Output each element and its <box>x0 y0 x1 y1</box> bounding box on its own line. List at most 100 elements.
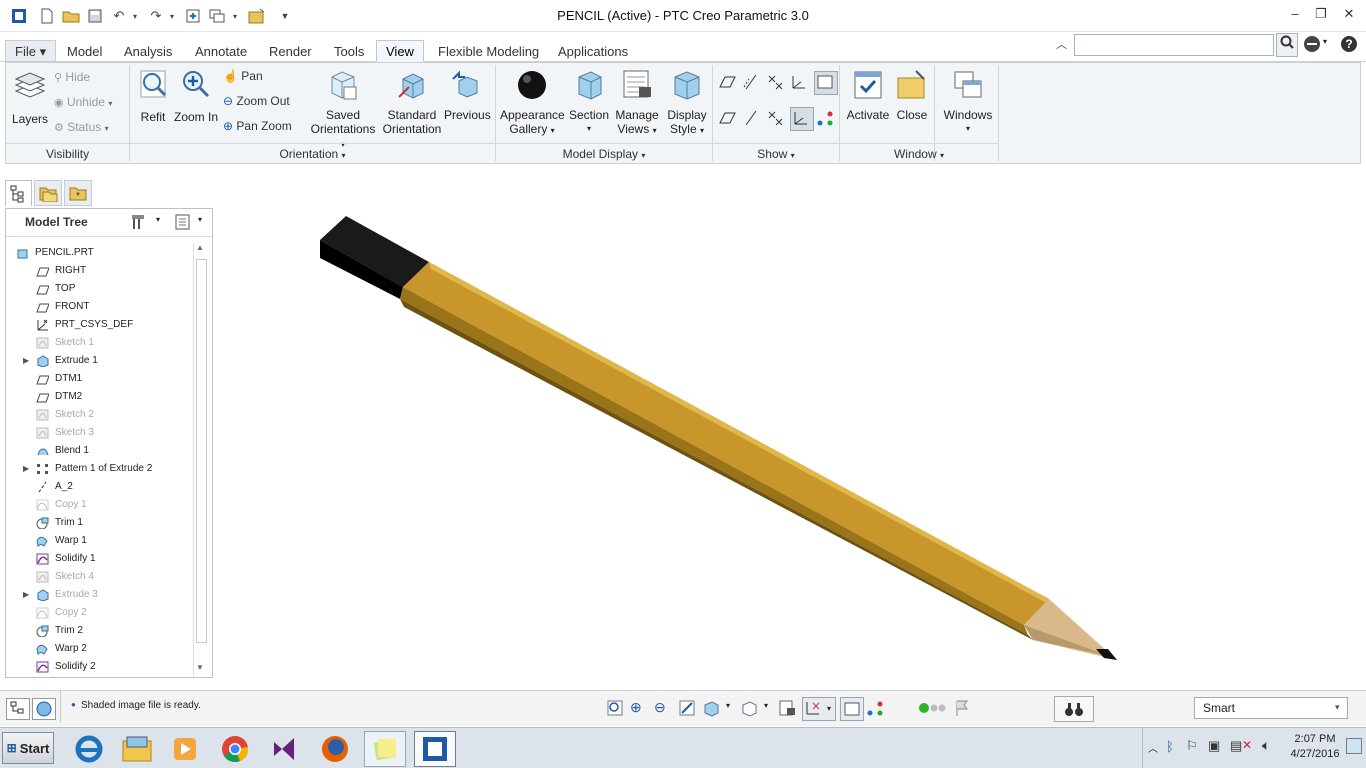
show-hidden-icons[interactable]: ︿ <box>1148 740 1158 755</box>
plane-display-toggle[interactable] <box>718 73 740 95</box>
zoom-out-button[interactable]: ⊖ Zoom Out <box>223 92 290 110</box>
tab-render[interactable]: Render <box>259 40 322 62</box>
collapse-ribbon-icon[interactable]: ︿ <box>1056 36 1067 52</box>
point-tag-toggle[interactable] <box>766 109 788 131</box>
panel-tab-folder-browser[interactable] <box>34 180 62 206</box>
saved-orientations-graphics-icon[interactable] <box>702 699 722 719</box>
scroll-down-icon[interactable]: ▼ <box>196 663 204 672</box>
zoom-out-graphics-icon[interactable]: ⊖ <box>654 699 674 719</box>
tab-applications[interactable]: Applications <box>548 40 638 62</box>
spin-center-toggle[interactable] <box>816 109 838 131</box>
selection-filter-select[interactable]: Smart ▾ <box>1194 697 1348 719</box>
bluetooth-icon[interactable]: ᛒ <box>1166 739 1174 754</box>
annotation-display-graphics[interactable] <box>840 697 864 721</box>
ptc-community-icon[interactable] <box>1303 35 1321 56</box>
appearance-gallery-button[interactable]: Appearance Gallery ▾ <box>500 69 565 138</box>
tab-file[interactable]: File ▾ <box>5 40 57 62</box>
refit-graphics-icon[interactable] <box>606 699 626 719</box>
chrome-icon[interactable] <box>214 731 256 767</box>
refit-button[interactable]: Refit <box>134 69 172 124</box>
tree-settings-dropdown-icon[interactable]: ▾ <box>156 215 160 224</box>
tab-tools[interactable]: Tools <box>324 40 374 62</box>
layers-button[interactable]: Layers <box>8 69 52 129</box>
tab-view[interactable]: View <box>376 40 424 62</box>
tab-model[interactable]: Model <box>57 40 112 62</box>
navigator-toggle[interactable] <box>6 698 30 720</box>
point-display-toggle[interactable] <box>766 73 788 95</box>
graphics-window[interactable] <box>214 166 1366 689</box>
minimize-button[interactable]: ‒ <box>1284 6 1306 26</box>
axis-tag-toggle[interactable] <box>742 109 764 131</box>
tab-flexible-modeling[interactable]: Flexible Modeling <box>428 40 549 62</box>
hide-button[interactable]: ⚲ Hide <box>54 68 90 86</box>
action-center-icon[interactable]: ⚐ <box>1186 738 1198 754</box>
expand-arrow-icon[interactable]: ▶ <box>23 352 29 370</box>
tab-annotate[interactable]: Annotate <box>185 40 257 62</box>
device-icon[interactable]: ▣ <box>1208 738 1220 754</box>
view-manager-graphics-icon[interactable] <box>778 699 798 719</box>
panel-tab-favorites[interactable]: * <box>64 180 92 206</box>
expand-arrow-icon[interactable]: ▶ <box>23 460 29 478</box>
window-group-label[interactable]: Window ▾ <box>840 143 998 163</box>
pan-button[interactable]: ☝ Pan <box>223 67 263 85</box>
activate-button[interactable]: Activate <box>844 69 892 122</box>
show-group-label[interactable]: Show ▾ <box>713 143 839 163</box>
panel-tab-model-tree[interactable] <box>5 180 32 206</box>
help-icon[interactable]: ? <box>1340 35 1358 56</box>
standard-orientation-button[interactable]: Standard Orientation <box>380 69 444 136</box>
search-button[interactable] <box>1276 33 1298 57</box>
annotation-display-toggle[interactable] <box>814 71 838 95</box>
pan-zoom-button[interactable]: ⊕ Pan Zoom <box>223 117 292 135</box>
datum-display-filters[interactable]: ▾ <box>802 697 836 721</box>
creo-taskbar-icon[interactable] <box>414 731 456 767</box>
zoom-in-button[interactable]: Zoom In <box>174 69 218 124</box>
close-button[interactable]: ✕ <box>1338 6 1360 26</box>
csys-display-toggle[interactable] <box>790 73 812 95</box>
display-style-graphics-icon[interactable] <box>740 699 760 719</box>
orientation-group-label[interactable]: Orientation ▾ <box>130 143 495 163</box>
pencil-model[interactable] <box>214 166 1366 689</box>
tree-scrollbar[interactable]: ▲ ▼ <box>193 243 209 677</box>
saved-orientations-graphics-dropdown[interactable]: ▾ <box>726 701 730 710</box>
csys-tag-toggle[interactable] <box>790 107 814 131</box>
clock[interactable]: 2:07 PM 4/27/2016 <box>1288 732 1342 762</box>
tree-show-dropdown-icon[interactable]: ▾ <box>198 215 202 224</box>
tree-settings-icon[interactable] <box>130 213 148 234</box>
model-display-group-label[interactable]: Model Display ▾ <box>496 143 712 163</box>
find-button[interactable] <box>1054 696 1094 722</box>
windows-button[interactable]: Windows ▾ <box>942 69 994 136</box>
firefox-icon[interactable] <box>314 731 356 767</box>
plane-tag-toggle[interactable] <box>718 109 740 131</box>
file-explorer-icon[interactable] <box>116 731 158 767</box>
unhide-button[interactable]: ◉ Unhide ▾ <box>54 93 112 111</box>
sticky-notes-icon[interactable] <box>364 731 406 767</box>
visual-studio-icon[interactable] <box>264 731 306 767</box>
spin-center-graphics-icon[interactable] <box>866 699 886 719</box>
status-button[interactable]: ⚙ Status ▾ <box>54 118 109 136</box>
show-desktop-button[interactable] <box>1346 738 1362 754</box>
regeneration-status-icon[interactable] <box>918 701 946 718</box>
display-style-graphics-dropdown[interactable]: ▾ <box>764 701 768 710</box>
internet-explorer-icon[interactable] <box>68 731 110 767</box>
restore-button[interactable]: ❐ <box>1310 6 1332 26</box>
saved-orientations-button[interactable]: Saved Orientations ▾ <box>308 69 378 152</box>
media-player-icon[interactable] <box>164 731 206 767</box>
close-button-ribbon[interactable]: Close <box>894 69 930 122</box>
section-button[interactable]: Section ▾ <box>566 69 612 136</box>
volume-icon[interactable]: 🔈︎ <box>1262 737 1270 754</box>
display-style-button[interactable]: Display Style ▾ <box>662 69 712 138</box>
axis-display-toggle[interactable] <box>742 73 764 95</box>
expand-arrow-icon[interactable]: ▶ <box>23 586 29 604</box>
zoom-in-graphics-icon[interactable]: ⊕ <box>630 699 650 719</box>
power-icon[interactable]: ▤ <box>1230 738 1242 754</box>
repaint-icon[interactable] <box>678 699 698 719</box>
search-input[interactable] <box>1074 34 1274 56</box>
manage-views-button[interactable]: Manage Views ▾ <box>612 69 662 138</box>
tree-show-icon[interactable] <box>174 213 192 234</box>
tab-analysis[interactable]: Analysis <box>114 40 182 62</box>
scroll-up-icon[interactable]: ▲ <box>196 243 204 252</box>
scroll-thumb[interactable] <box>196 259 207 643</box>
flag-icon[interactable] <box>954 699 974 719</box>
start-button[interactable]: ⊞ Start <box>2 732 54 764</box>
community-dropdown-icon[interactable]: ▾ <box>1323 37 1327 46</box>
